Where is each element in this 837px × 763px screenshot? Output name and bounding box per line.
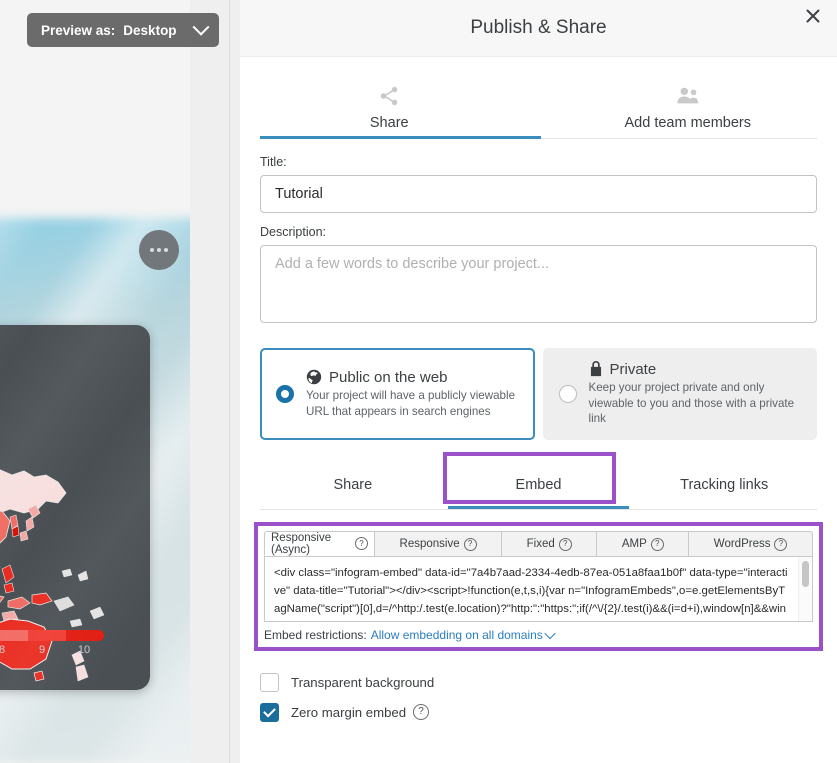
help-circle-icon[interactable]: ?: [559, 538, 572, 551]
privacy-private-text: Private Keep your project private and on…: [589, 361, 802, 428]
option-transparent-background-label: Transparent background: [291, 675, 434, 690]
pane-divider: [229, 0, 230, 763]
format-tab-responsive-async[interactable]: Responsive (Async) ?: [264, 531, 374, 556]
publish-and-share-dialog: Publish & Share Share: [240, 0, 837, 763]
embed-panel-highlight-box: Responsive (Async) ? Responsive ? Fixed …: [254, 522, 823, 651]
format-tab-label: WordPress: [714, 538, 771, 550]
preview-as-dropdown[interactable]: Preview as: Desktop: [27, 13, 219, 47]
embed-restrictions-value-text: Allow embedding on all domains: [371, 628, 543, 642]
embed-format-tabs: Responsive (Async) ? Responsive ? Fixed …: [264, 531, 813, 557]
chevron-down-icon: [544, 628, 555, 639]
option-zero-margin-embed[interactable]: Zero margin embed ?: [260, 697, 817, 727]
dot: [150, 248, 154, 252]
option-label-text: Transparent background: [291, 675, 434, 690]
legend-segment: [28, 630, 66, 641]
subtab-share[interactable]: Share: [260, 460, 446, 509]
checkbox-transparent-background[interactable]: [260, 673, 279, 692]
checkbox-zero-margin-embed[interactable]: [260, 703, 279, 722]
privacy-private-title: Private: [610, 361, 657, 378]
map-legend: 8 9 10: [0, 630, 150, 670]
privacy-public-heading: Public on the web: [306, 369, 519, 386]
globe-icon: [306, 369, 322, 385]
share-embed-tabs-wrap: Share Embed Tracking links: [260, 460, 817, 510]
preview-pane: 8 9 10 Preview as: Desktop: [0, 0, 240, 763]
subtabs-rule: [260, 509, 817, 510]
privacy-public-title: Public on the web: [329, 369, 447, 386]
description-field-label: Description:: [260, 225, 817, 239]
privacy-public-description: Your project will have a publicly viewab…: [306, 388, 519, 420]
embed-restrictions-dropdown[interactable]: Allow embedding on all domains: [371, 628, 554, 642]
legend-tick-label: 9: [39, 644, 45, 656]
close-glyph: [806, 9, 820, 23]
format-tab-fixed[interactable]: Fixed ?: [501, 531, 596, 556]
lock-icon: [589, 361, 603, 377]
preview-as-value: Desktop: [123, 23, 176, 38]
option-label-text: Zero margin embed: [291, 705, 406, 720]
legend-tick-label: 10: [78, 644, 90, 656]
title-field-label: Title:: [260, 155, 817, 169]
embed-code-text[interactable]: <div class="infogram-embed" data-id="7a4…: [265, 557, 812, 622]
format-tab-label: Responsive: [400, 538, 460, 550]
dialog-header: Publish & Share: [240, 0, 837, 57]
dialog-title: Publish & Share: [470, 17, 606, 39]
vertical-scrollbar[interactable]: [798, 557, 812, 621]
legend-segment: [66, 630, 104, 641]
map-visualization-card[interactable]: 8 9 10: [0, 325, 150, 690]
dot: [157, 248, 161, 252]
option-transparent-background[interactable]: Transparent background: [260, 667, 817, 697]
dialog-body: Title: Description: Public on the web: [240, 139, 837, 727]
privacy-options-group: Public on the web Your project will have…: [260, 348, 817, 440]
more-horizontal-icon[interactable]: [139, 230, 179, 270]
tab-share[interactable]: Share: [240, 57, 539, 139]
privacy-private-description: Keep your project private and only viewa…: [589, 380, 802, 428]
legend-segment: [0, 630, 28, 641]
dialog-top-tabs: Share Add team members: [240, 57, 837, 139]
legend-tick-labels: 8 9 10: [0, 644, 104, 660]
share-icon: [378, 81, 400, 111]
format-tab-wordpress[interactable]: WordPress ?: [688, 531, 813, 556]
embed-options-list: Transparent background Zero margin embed…: [260, 667, 817, 727]
help-circle-icon[interactable]: ?: [355, 537, 368, 550]
active-tab-indicator: [260, 136, 541, 139]
format-tab-amp[interactable]: AMP ?: [596, 531, 688, 556]
format-tab-label: Fixed: [527, 538, 555, 550]
scrollbar-thumb[interactable]: [802, 561, 809, 587]
option-zero-margin-embed-label: Zero margin embed ?: [291, 704, 429, 720]
description-input[interactable]: [260, 245, 817, 323]
privacy-option-public[interactable]: Public on the web Your project will have…: [260, 348, 535, 440]
privacy-public-text: Public on the web Your project will have…: [306, 369, 519, 420]
project-preview-canvas: 8 9 10: [0, 0, 190, 763]
privacy-option-private[interactable]: Private Keep your project private and on…: [543, 348, 818, 440]
help-circle-icon[interactable]: ?: [413, 704, 429, 720]
embed-restrictions-label: Embed restrictions:: [264, 628, 367, 642]
format-tab-label: AMP: [622, 538, 647, 550]
legend-tick-label: 8: [0, 644, 5, 656]
close-icon[interactable]: [799, 2, 827, 30]
radio-public[interactable]: [276, 385, 294, 403]
format-tab-label: Responsive (Async): [271, 532, 351, 556]
preview-as-label: Preview as:: [41, 23, 115, 38]
privacy-private-heading: Private: [589, 361, 802, 378]
embed-restrictions-row: Embed restrictions: Allow embedding on a…: [264, 622, 813, 643]
title-input[interactable]: [260, 175, 817, 213]
share-embed-tabs: Share Embed Tracking links: [260, 460, 817, 509]
help-circle-icon[interactable]: ?: [464, 538, 477, 551]
tab-share-label: Share: [370, 115, 409, 131]
radio-private[interactable]: [559, 385, 577, 403]
team-members-icon: [676, 81, 700, 111]
dot: [164, 248, 168, 252]
chevron-down-icon: [193, 19, 210, 36]
tab-add-team-members[interactable]: Add team members: [539, 57, 837, 139]
legend-gradient-bar: [0, 630, 104, 641]
format-tab-responsive[interactable]: Responsive ?: [374, 531, 501, 556]
tab-add-team-members-label: Add team members: [624, 115, 751, 131]
subtab-tracking-links[interactable]: Tracking links: [631, 460, 817, 509]
embed-code-container[interactable]: <div class="infogram-embed" data-id="7a4…: [264, 557, 813, 622]
subtab-embed[interactable]: Embed: [446, 460, 632, 509]
help-circle-icon[interactable]: ?: [651, 538, 664, 551]
help-circle-icon[interactable]: ?: [774, 538, 787, 551]
